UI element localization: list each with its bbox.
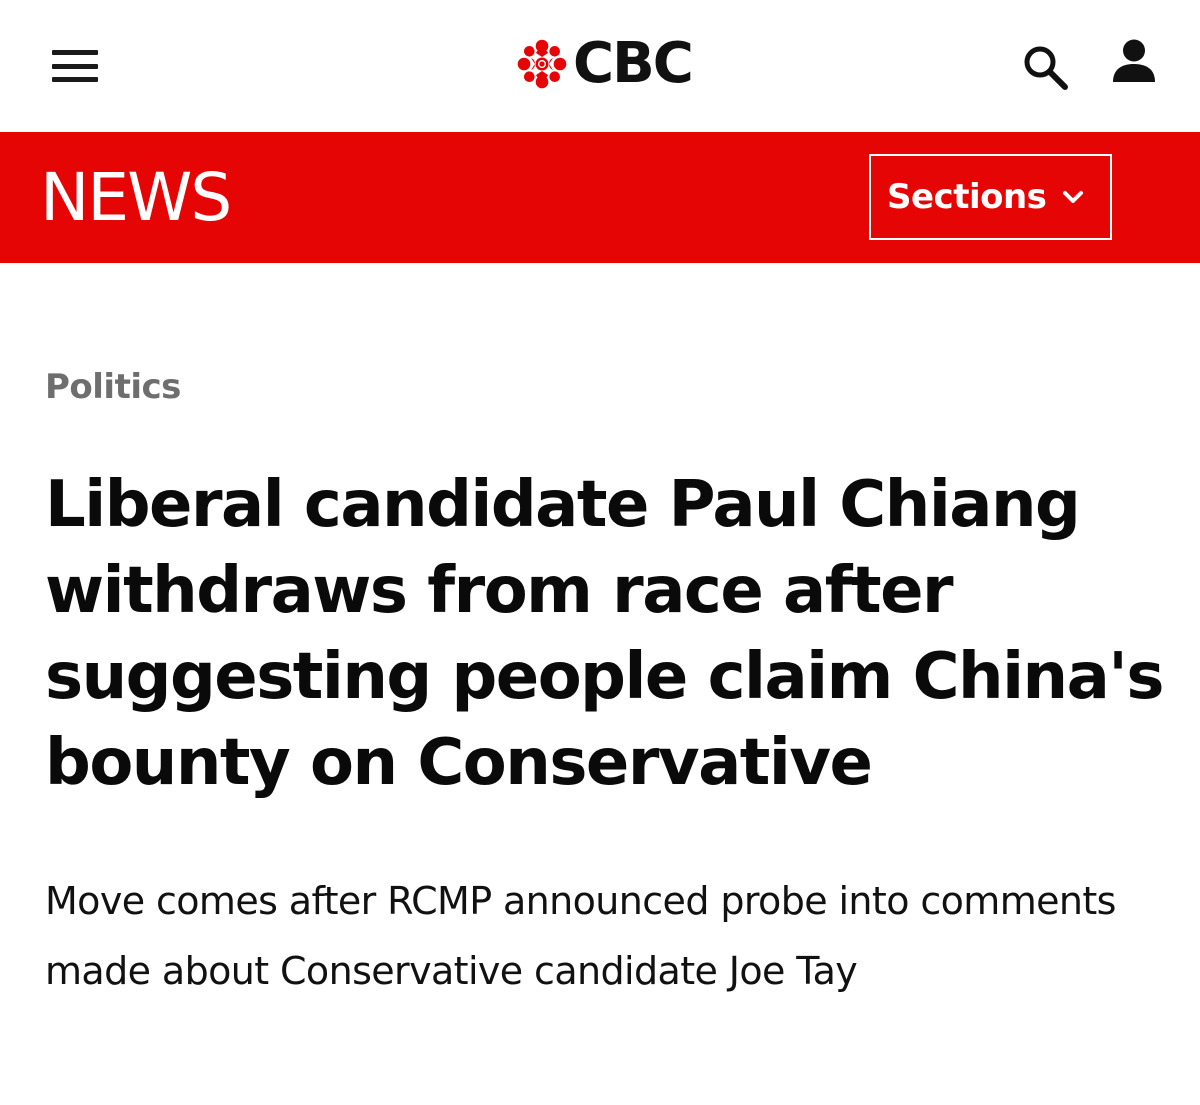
sections-dropdown-button[interactable]: Sections — [869, 154, 1112, 240]
article-headline: Liberal candidate Paul Chiang withdraws … — [45, 468, 1164, 800]
chevron-down-icon — [1063, 191, 1084, 203]
cbc-logo[interactable]: CBC — [517, 31, 694, 96]
brand-wordmark: CBC — [573, 31, 694, 96]
menu-bar — [52, 63, 98, 69]
hamburger-menu-icon[interactable] — [52, 50, 98, 82]
menu-bar — [52, 77, 98, 82]
article-dek: Move comes after RCMP announced probe in… — [45, 879, 1116, 993]
top-bar: CBC — [0, 0, 1200, 132]
user-account-icon[interactable] — [1108, 38, 1160, 88]
search-icon[interactable] — [1020, 42, 1072, 92]
menu-bar — [52, 50, 98, 55]
sections-label: Sections — [887, 177, 1047, 217]
article-category[interactable]: Politics — [45, 364, 181, 410]
section-title[interactable]: NEWS — [40, 162, 232, 234]
cbc-gem-icon — [517, 39, 567, 89]
